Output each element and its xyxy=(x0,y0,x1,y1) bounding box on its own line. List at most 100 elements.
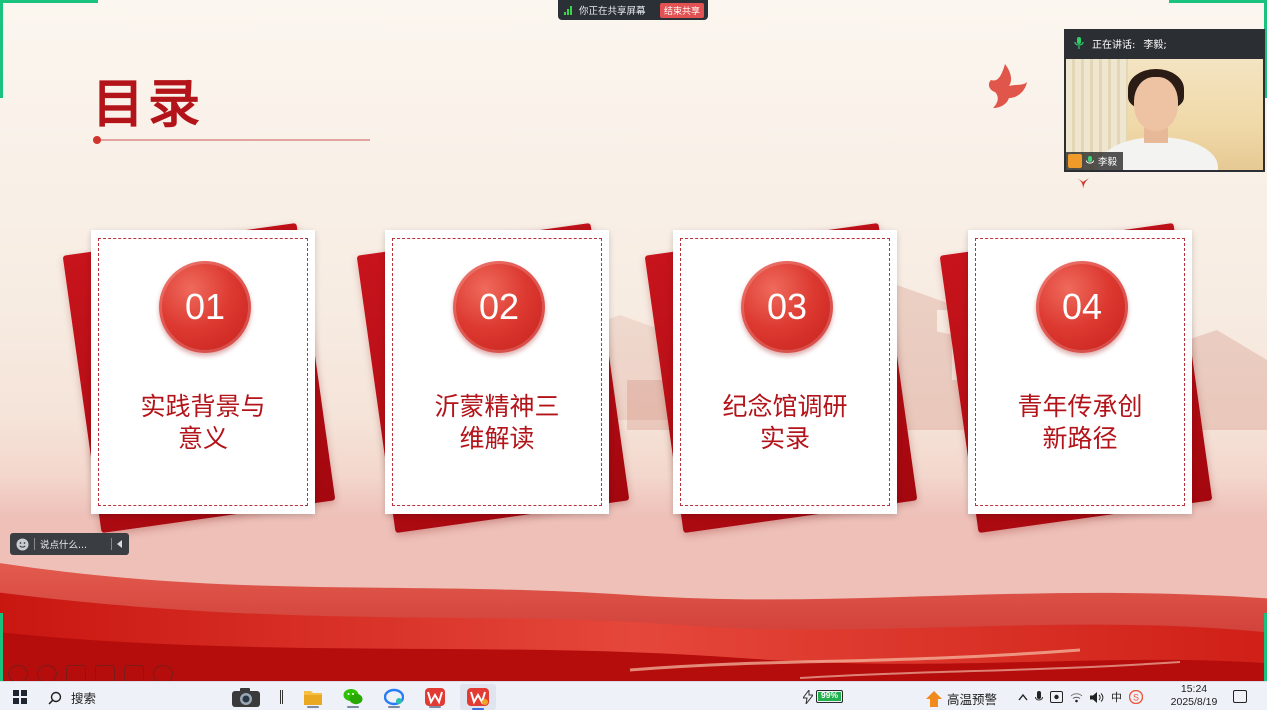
system-clock[interactable]: 15:24 2025/8/19 xyxy=(1166,683,1222,709)
card-face: 03 纪念馆调研 实录 xyxy=(673,230,897,514)
share-frame-corner xyxy=(1169,0,1267,3)
meeting-tray-icon[interactable] xyxy=(1050,691,1063,703)
speaker-name: 李毅; xyxy=(1143,39,1167,51)
toc-card-3[interactable]: 03 纪念馆调研 实录 xyxy=(644,222,918,534)
card-label-line2: 维解读 xyxy=(459,424,535,453)
participant-name: 李毅 xyxy=(1098,157,1118,168)
card-label-line2: 实录 xyxy=(759,424,810,453)
more-options-icon[interactable] xyxy=(153,665,173,681)
svg-text:S: S xyxy=(1133,693,1139,703)
chat-input-placeholder[interactable]: 说点什么... xyxy=(40,537,87,551)
tencent-meeting-icon[interactable] xyxy=(382,686,406,708)
next-slide-icon[interactable] xyxy=(37,665,57,681)
card-number-badge: 03 xyxy=(741,261,833,353)
wps-presentation-icon[interactable] xyxy=(460,684,496,710)
toc-card-4[interactable]: 04 青年传承创 新路径 xyxy=(939,222,1213,534)
zoom-icon[interactable] xyxy=(95,665,115,681)
divider xyxy=(111,538,112,550)
weather-alert[interactable]: 高温预警 xyxy=(926,689,997,708)
weather-alert-text: 高温预警 xyxy=(947,693,998,707)
card-label-line2: 意义 xyxy=(177,424,228,453)
title-underline-dot xyxy=(93,136,101,144)
wps-office-icon[interactable] xyxy=(423,686,447,708)
camera-app-icon[interactable] xyxy=(231,686,261,708)
search-icon xyxy=(48,691,62,705)
card-label: 纪念馆调研 实录 xyxy=(687,391,883,455)
taskbar-divider xyxy=(280,690,283,704)
show-hidden-icons-icon[interactable] xyxy=(1018,693,1028,701)
chat-input-bar[interactable]: 说点什么... xyxy=(10,533,129,555)
speaking-indicator: 正在讲话: 李毅; xyxy=(1064,29,1265,57)
charging-bolt-icon xyxy=(803,690,813,704)
card-face: 02 沂蒙精神三 维解读 xyxy=(385,230,609,514)
card-label-line2: 新路径 xyxy=(1042,424,1118,453)
share-frame-corner xyxy=(0,0,3,98)
card-label-line1: 沂蒙精神三 xyxy=(434,392,560,421)
card-number-badge: 04 xyxy=(1036,261,1128,353)
card-label: 青年传承创 新路径 xyxy=(982,391,1178,455)
card-dashed-border: 02 沂蒙精神三 维解读 xyxy=(392,238,602,506)
clock-date: 2025/8/19 xyxy=(1170,696,1218,708)
windows-start-icon[interactable] xyxy=(13,690,27,704)
volume-icon[interactable] xyxy=(1090,691,1104,703)
card-label-line1: 青年传承创 xyxy=(1017,392,1143,421)
card-number-badge: 01 xyxy=(159,261,251,353)
speaking-label: 正在讲话: xyxy=(1092,39,1136,51)
share-status-text: 你正在共享屏幕 xyxy=(579,6,646,17)
host-badge-icon xyxy=(1068,154,1082,168)
red-wave-decoration xyxy=(0,563,1267,681)
peace-dove-icon xyxy=(988,64,1027,108)
search-label: 搜索 xyxy=(71,692,97,706)
person-face xyxy=(1134,77,1178,131)
card-dashed-border: 03 纪念馆调研 实录 xyxy=(680,238,890,506)
battery-indicator[interactable]: 99% xyxy=(816,690,843,703)
card-label-line1: 实践背景与 xyxy=(140,392,266,421)
small-dove-icon xyxy=(1077,178,1089,189)
divider xyxy=(34,538,35,550)
heat-warning-icon xyxy=(926,690,942,707)
card-dashed-border: 01 实践背景与 意义 xyxy=(98,238,308,506)
running-indicator xyxy=(347,706,359,708)
running-indicator xyxy=(429,706,441,708)
input-method-indicator[interactable]: 中 xyxy=(1111,689,1122,705)
notification-center-icon[interactable] xyxy=(1233,690,1247,703)
microphone-icon xyxy=(1086,155,1094,164)
share-frame-corner xyxy=(0,613,3,681)
pen-tool-icon[interactable] xyxy=(66,665,86,681)
card-face: 01 实践背景与 意义 xyxy=(91,230,315,514)
card-dashed-border: 04 青年传承创 新路径 xyxy=(975,238,1185,506)
card-face: 04 青年传承创 新路径 xyxy=(968,230,1192,514)
system-tray: 中 S xyxy=(1018,689,1143,705)
clock-time: 15:24 xyxy=(1180,683,1208,695)
title-underline xyxy=(96,139,370,141)
toc-card-1[interactable]: 01 实践背景与 意义 xyxy=(62,222,336,534)
file-explorer-icon[interactable] xyxy=(301,686,325,708)
sogou-input-icon[interactable]: S xyxy=(1129,690,1143,704)
toc-card-2[interactable]: 02 沂蒙精神三 维解读 xyxy=(356,222,630,534)
collapse-arrow-icon[interactable] xyxy=(117,540,123,548)
running-indicator xyxy=(307,706,319,708)
share-frame-corner xyxy=(0,0,98,3)
running-indicator xyxy=(388,706,400,708)
wifi-icon[interactable] xyxy=(1070,692,1083,703)
microphone-active-icon xyxy=(1074,37,1084,49)
emoji-icon[interactable] xyxy=(16,538,29,551)
participant-name-tag: 李毅 xyxy=(1066,152,1124,170)
card-number-badge: 02 xyxy=(453,261,545,353)
card-label: 沂蒙精神三 维解读 xyxy=(399,391,595,455)
card-label-line1: 纪念馆调研 xyxy=(722,392,848,421)
slideshow-controls xyxy=(8,665,173,681)
screen-share-bar: 你正在共享屏幕 结束共享 xyxy=(558,0,708,20)
video-conference-panel[interactable]: 正在讲话: 李毅; 李毅 xyxy=(1064,29,1265,172)
windows-taskbar: 搜索 99% 高温预警 中 S 15:24 2025/8/19 xyxy=(0,681,1267,710)
taskbar-search[interactable]: 搜索 xyxy=(48,688,96,707)
microphone-tray-icon[interactable] xyxy=(1035,690,1043,704)
stop-sharing-button[interactable]: 结束共享 xyxy=(659,2,704,18)
battery-percent: 99% xyxy=(820,690,838,700)
card-label: 实践背景与 意义 xyxy=(105,391,301,455)
slides-overview-icon[interactable] xyxy=(124,665,144,681)
previous-slide-icon[interactable] xyxy=(8,665,28,681)
slide-title: 目录 xyxy=(92,74,205,135)
wechat-icon[interactable] xyxy=(341,686,365,708)
signal-strength-icon xyxy=(564,5,574,15)
